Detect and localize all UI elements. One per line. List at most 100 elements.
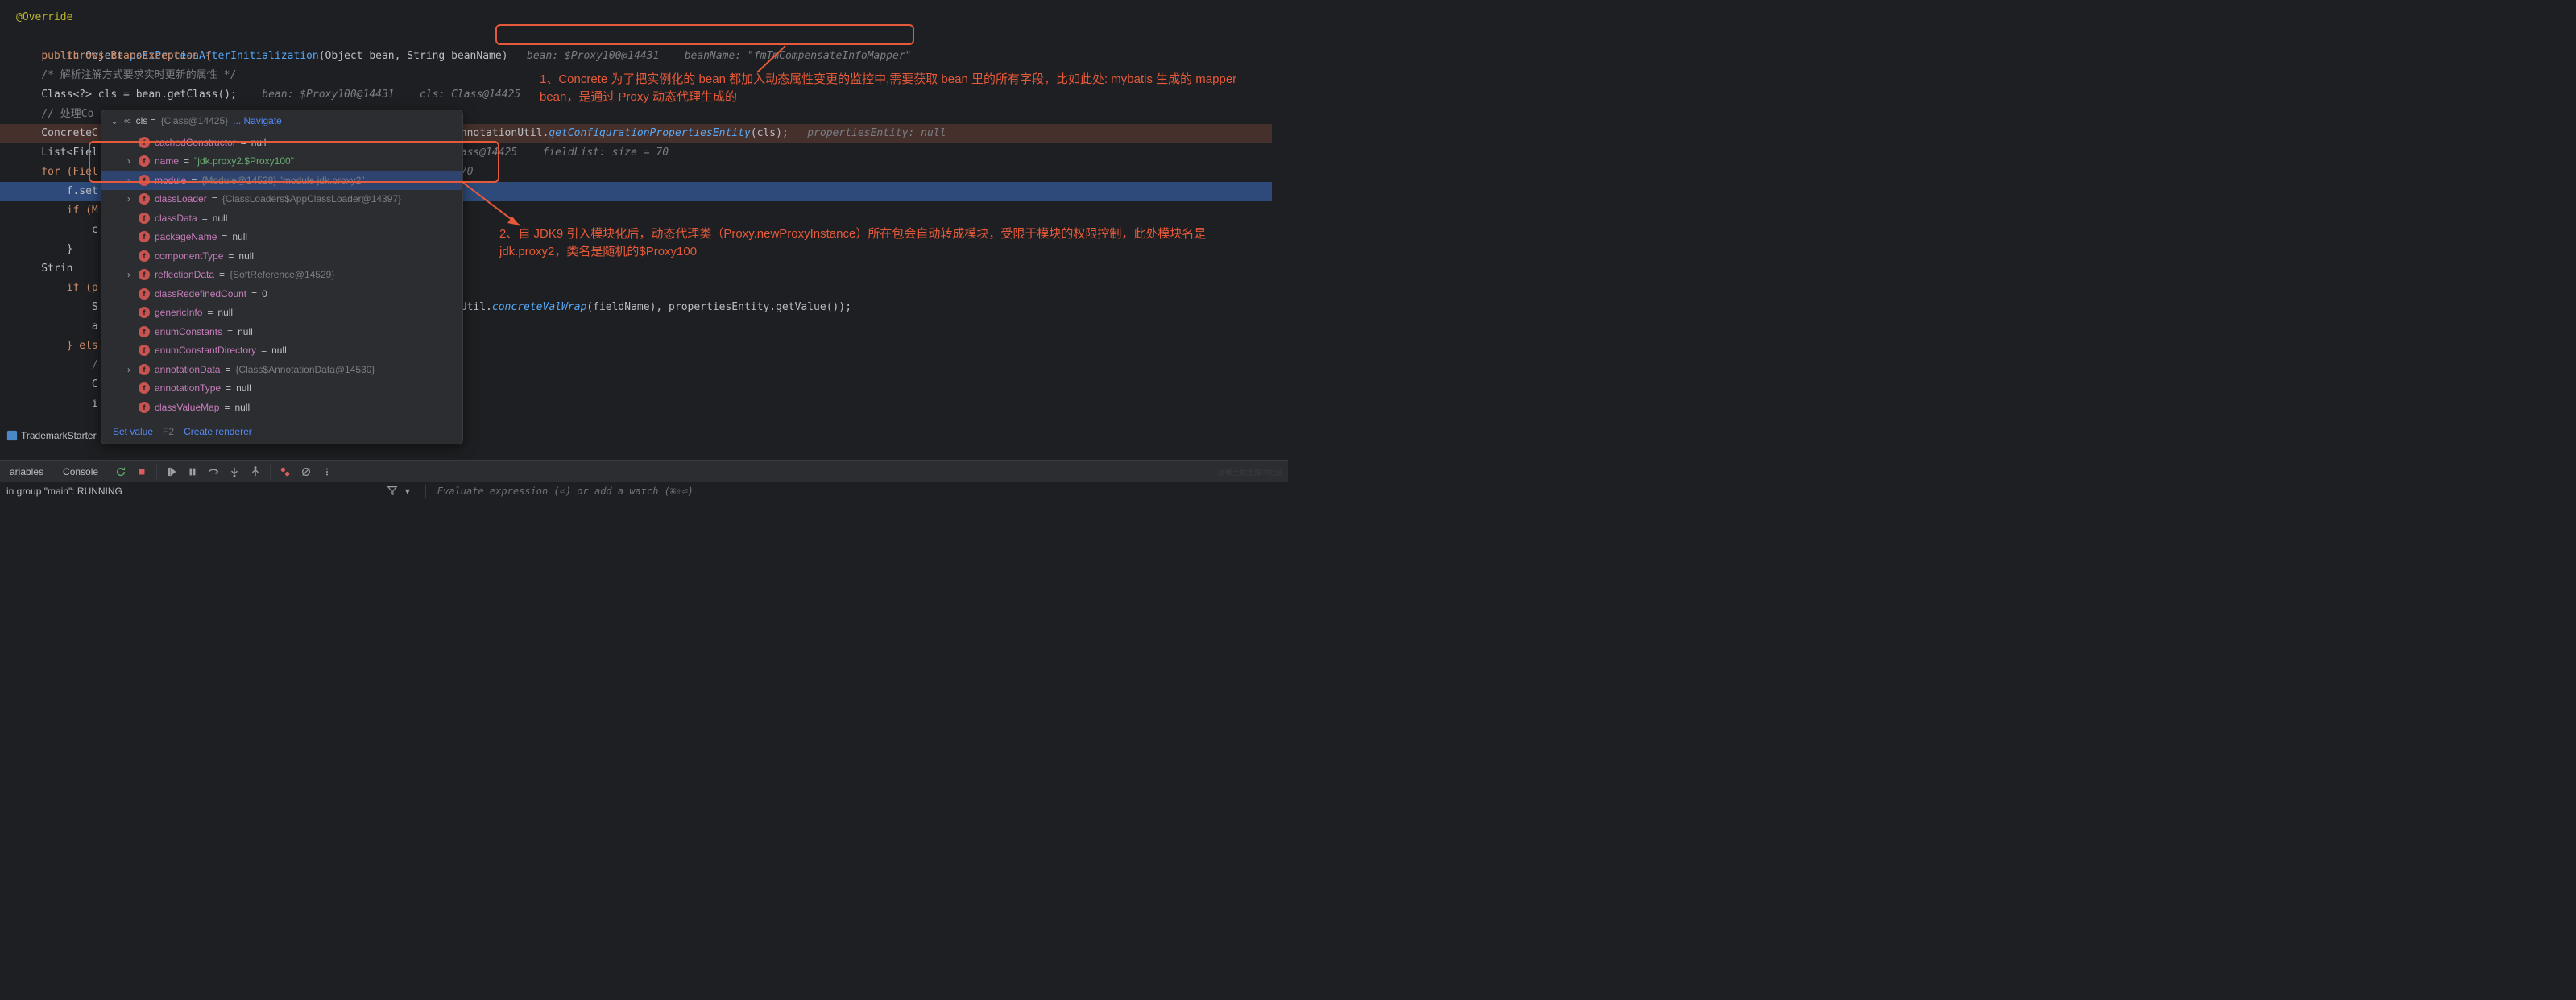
app-icon: [6, 430, 18, 441]
field-row-classLoader[interactable]: ›fclassLoader = {ClassLoaders$AppClassLo…: [101, 190, 462, 209]
field-name: packageName: [155, 231, 217, 242]
field-row-cachedConstructor[interactable]: fcachedConstructor = null: [101, 133, 462, 152]
field-name: genericInfo: [155, 307, 202, 318]
field-name: module: [155, 175, 186, 186]
inline-hint-beanname: beanName: "fmTmCompensateInfoMapper": [685, 50, 912, 62]
code: } els: [16, 340, 98, 352]
comment: /* 解析注解方式要求实时更新的属性 */: [16, 69, 236, 81]
set-value-link[interactable]: Set value: [113, 426, 153, 437]
watermark: @稀土掘金技术社区: [1218, 467, 1283, 477]
field-name: name: [155, 155, 179, 167]
expand-icon[interactable]: ›: [124, 269, 134, 280]
step-into-icon[interactable]: [228, 465, 241, 478]
field-icon: f: [139, 155, 150, 167]
field-icon: f: [139, 326, 150, 337]
field-icon: f: [139, 345, 150, 356]
collapse-icon[interactable]: ⌄: [110, 115, 119, 126]
method-call: concreteValWrap: [492, 301, 586, 313]
comment: // 处理Co: [16, 108, 93, 120]
field-icon: f: [139, 288, 150, 300]
field-value: "jdk.proxy2.$Proxy100": [194, 155, 294, 167]
field-value: null: [251, 137, 267, 148]
stop-icon[interactable]: [135, 465, 148, 478]
inline-hint: propertiesEntity: null: [807, 127, 946, 139]
field-row-enumConstants[interactable]: fenumConstants = null: [101, 322, 462, 341]
field-name: componentType: [155, 250, 223, 262]
field-row-name[interactable]: ›fname = "jdk.proxy2.$Proxy100": [101, 152, 462, 171]
code: /: [16, 359, 98, 371]
popup-header: ⌄ ∞ cls = {Class@14425} ... Navigate: [101, 110, 462, 131]
pause-icon[interactable]: [186, 465, 199, 478]
callout-2: 2、自 JDK9 引入模块化后，动态代理类（Proxy.newProxyInst…: [499, 225, 1265, 261]
callout-1: 1、Concrete 为了把实例化的 bean 都加入动态属性变更的监控中,需要…: [540, 71, 1265, 106]
tab-variables[interactable]: ariables: [0, 461, 53, 482]
step-out-icon[interactable]: [249, 465, 262, 478]
code: Util.: [461, 301, 492, 313]
field-value: null: [238, 250, 254, 262]
field-value: null: [235, 402, 251, 413]
field-name: enumConstants: [155, 326, 222, 337]
field-value: {ClassLoaders$AppClassLoader@14397}: [222, 193, 401, 205]
inline-hint: ass@14425: [461, 147, 517, 159]
code: if (M: [16, 205, 98, 217]
debugger-variable-popup[interactable]: ⌄ ∞ cls = {Class@14425} ... Navigate fca…: [101, 110, 463, 444]
field-value: null: [238, 326, 253, 337]
expand-icon[interactable]: ›: [124, 193, 134, 205]
field-list[interactable]: fcachedConstructor = null›fname = "jdk.p…: [101, 131, 462, 419]
method-call: getConfigurationPropertiesEntity: [549, 127, 750, 139]
expand-icon[interactable]: ›: [124, 155, 134, 167]
field-row-componentType[interactable]: fcomponentType = null: [101, 246, 462, 266]
current-line: f.set: [16, 185, 98, 197]
run-config-label[interactable]: TrademarkStarter: [0, 427, 103, 444]
field-value: null: [213, 213, 228, 224]
field-row-reflectionData[interactable]: ›freflectionData = {SoftReference@14529}: [101, 266, 462, 285]
field-name: classValueMap: [155, 402, 219, 413]
field-icon: f: [139, 137, 150, 148]
field-row-module[interactable]: ›fmodule = {Module@14528} "module jdk.pr…: [101, 171, 462, 190]
field-name: annotationData: [155, 364, 220, 375]
field-icon: f: [139, 175, 150, 186]
field-row-classData[interactable]: fclassData = null: [101, 209, 462, 228]
step-over-icon[interactable]: [207, 465, 220, 478]
inline-hint: bean: $Proxy100@14431: [262, 89, 394, 101]
throws: throws BeansException {: [16, 50, 212, 62]
tab-console[interactable]: Console: [53, 461, 108, 482]
more-icon[interactable]: [321, 465, 333, 478]
popup-footer: Set value F2 Create renderer: [101, 419, 462, 444]
field-icon: f: [139, 364, 150, 375]
code: c: [16, 224, 98, 236]
field-value: {Class$AnnotationData@14530}: [235, 364, 375, 375]
set-value-shortcut: F2: [163, 426, 174, 437]
debug-toolbar: ariables Console: [0, 460, 1288, 482]
rerun-icon[interactable]: [114, 465, 127, 478]
expand-icon[interactable]: ›: [124, 364, 134, 375]
mute-breakpoints-icon[interactable]: [300, 465, 313, 478]
resume-icon[interactable]: [165, 465, 178, 478]
filter-icon[interactable]: [387, 485, 398, 498]
infinity-icon: ∞: [124, 115, 131, 126]
code: (fieldName), propertiesEntity.getValue()…: [586, 301, 851, 313]
code: (cls);: [751, 127, 789, 139]
field-value: null: [217, 307, 233, 318]
chevron-down-icon[interactable]: ▾: [401, 485, 414, 498]
evaluate-expression-input[interactable]: Evaluate expression (⏎) or add a watch (…: [437, 486, 694, 497]
field-row-annotationType[interactable]: fannotationType = null: [101, 379, 462, 399]
field-row-annotationData[interactable]: ›fannotationData = {Class$AnnotationData…: [101, 360, 462, 379]
field-value: null: [232, 231, 247, 242]
expand-icon[interactable]: ›: [124, 175, 134, 186]
view-breakpoints-icon[interactable]: [279, 465, 292, 478]
field-row-genericInfo[interactable]: fgenericInfo = null: [101, 304, 462, 323]
field-name: classLoader: [155, 193, 207, 205]
create-renderer-link[interactable]: Create renderer: [184, 426, 252, 437]
field-row-packageName[interactable]: fpackageName = null: [101, 228, 462, 247]
field-row-classValueMap[interactable]: fclassValueMap = null: [101, 398, 462, 417]
code: if (p: [16, 282, 98, 294]
code: nnotationUtil.: [461, 127, 549, 139]
thread-status: in group "main": RUNNING: [0, 486, 129, 497]
navigate-link[interactable]: ... Navigate: [233, 115, 282, 126]
code: Class<?>: [16, 89, 98, 101]
field-row-classRedefinedCount[interactable]: fclassRedefinedCount = 0: [101, 284, 462, 304]
field-row-enumConstantDirectory[interactable]: fenumConstantDirectory = null: [101, 341, 462, 361]
field-name: enumConstantDirectory: [155, 345, 256, 356]
code: Strin: [16, 262, 72, 275]
